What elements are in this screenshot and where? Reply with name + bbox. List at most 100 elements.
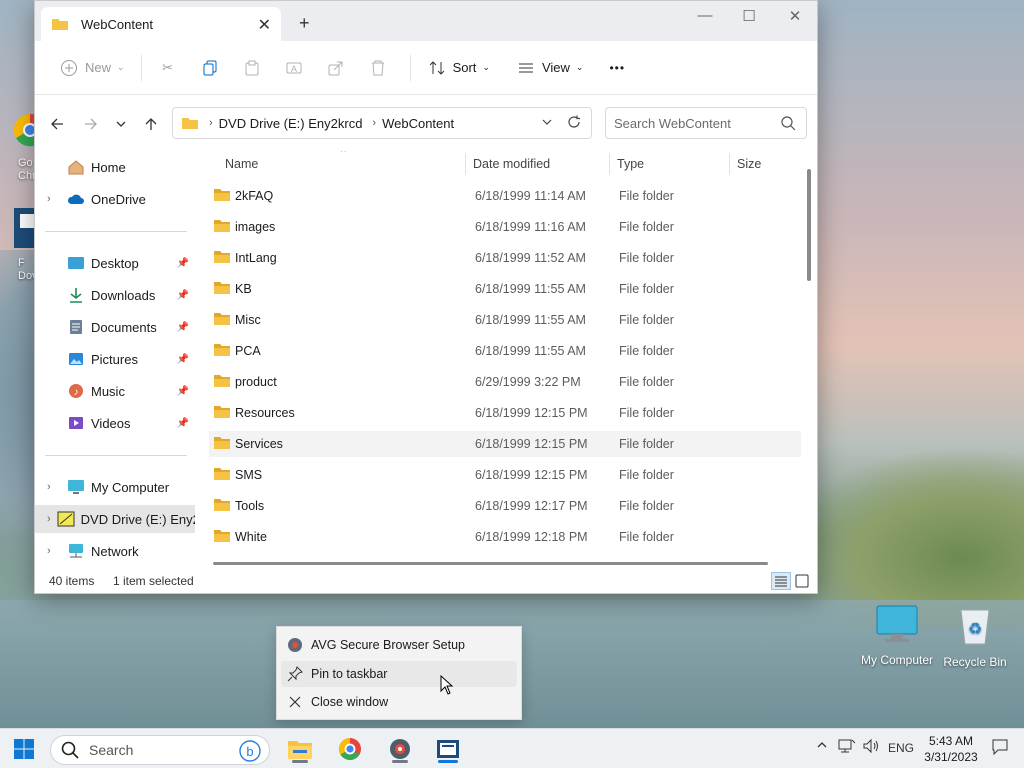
view-button[interactable]: View ⌄ bbox=[508, 51, 592, 85]
nav-item-documents[interactable]: Documents 📌 bbox=[35, 313, 195, 341]
paste-button[interactable] bbox=[234, 51, 276, 85]
taskbar-app-window[interactable] bbox=[432, 733, 464, 765]
file-row[interactable]: KB 6/18/1999 11:55 AM File folder bbox=[209, 276, 801, 302]
recent-chevron-icon[interactable] bbox=[107, 110, 135, 138]
folder-icon bbox=[213, 343, 231, 360]
file-row[interactable]: Services 6/18/1999 12:15 PM File folder bbox=[209, 431, 801, 457]
file-row[interactable]: images 6/18/1999 11:16 AM File folder bbox=[209, 214, 801, 240]
back-arrow-icon[interactable] bbox=[43, 110, 71, 138]
jump-item-avg-setup[interactable]: AVG Secure Browser Setup bbox=[281, 632, 517, 658]
column-size[interactable]: Size bbox=[737, 157, 761, 171]
column-date-modified[interactable]: Date modified bbox=[473, 157, 550, 171]
file-row[interactable]: SMS 6/18/1999 12:15 PM File folder bbox=[209, 462, 801, 488]
jump-item-pin-to-taskbar[interactable]: Pin to taskbar bbox=[281, 661, 517, 687]
file-row[interactable]: Resources 6/18/1999 12:15 PM File folder bbox=[209, 400, 801, 426]
start-button[interactable] bbox=[8, 733, 40, 765]
new-tab-icon[interactable]: + bbox=[299, 13, 310, 34]
tab-webcontent[interactable]: WebContent ✕ bbox=[41, 7, 281, 41]
file-row[interactable]: Tools 6/18/1999 12:17 PM File folder bbox=[209, 493, 801, 519]
volume-icon[interactable] bbox=[862, 738, 880, 757]
nav-item-videos[interactable]: Videos 📌 bbox=[35, 409, 195, 437]
file-row[interactable]: product 6/29/1999 3:22 PM File folder bbox=[209, 369, 801, 395]
avg-installer-icon bbox=[286, 636, 304, 654]
folder-icon bbox=[213, 250, 231, 267]
forward-arrow-icon[interactable] bbox=[77, 110, 105, 138]
delete-button[interactable] bbox=[360, 51, 402, 85]
file-type: File folder bbox=[619, 189, 674, 203]
file-type: File folder bbox=[619, 282, 674, 296]
search-input[interactable]: Search WebContent bbox=[614, 116, 731, 131]
maximize-button[interactable]: ☐ bbox=[727, 7, 771, 25]
taskbar-chrome[interactable] bbox=[334, 733, 366, 765]
address-dropdown-icon[interactable] bbox=[541, 116, 553, 131]
nav-item-label: Downloads bbox=[91, 287, 156, 303]
system-clock[interactable]: 5:43 AM 3/31/2023 bbox=[916, 733, 986, 765]
expand-chevron-icon[interactable]: › bbox=[47, 193, 61, 205]
nav-item-downloads[interactable]: Downloads 📌 bbox=[35, 281, 195, 309]
file-row[interactable]: IntLang 6/18/1999 11:52 AM File folder bbox=[209, 245, 801, 271]
file-row[interactable]: Misc 6/18/1999 11:55 AM File folder bbox=[209, 307, 801, 333]
clock-time: 5:43 AM bbox=[928, 734, 974, 748]
nav-item-label: Videos bbox=[91, 415, 131, 431]
expand-chevron-icon[interactable]: › bbox=[47, 545, 61, 557]
expand-chevron-icon[interactable]: › bbox=[47, 481, 61, 493]
copy-button[interactable] bbox=[192, 51, 234, 85]
taskbar-avg-setup[interactable] bbox=[384, 733, 416, 765]
desktop-icon-chrome-partial[interactable]: Go Chr bbox=[0, 108, 36, 183]
search-box[interactable]: Search WebContent bbox=[605, 107, 807, 139]
network-status-icon[interactable] bbox=[838, 738, 856, 757]
share-button[interactable] bbox=[318, 51, 360, 85]
expand-chevron-icon[interactable]: › bbox=[47, 513, 51, 525]
close-tab-icon[interactable]: ✕ bbox=[258, 15, 271, 35]
column-name[interactable]: Name bbox=[225, 157, 258, 171]
clipboard-icon bbox=[242, 58, 262, 78]
taskbar-search[interactable]: Search b bbox=[50, 735, 270, 765]
tiles-view-icon[interactable] bbox=[795, 574, 809, 591]
taskbar-file-explorer[interactable] bbox=[284, 733, 316, 765]
sort-button[interactable]: Sort ⌄ bbox=[419, 51, 498, 85]
rename-button[interactable]: A bbox=[276, 51, 318, 85]
cut-button[interactable]: ✂ bbox=[150, 51, 192, 85]
selection-count: 1 item selected bbox=[113, 574, 194, 588]
details-view-icon[interactable] bbox=[771, 572, 791, 590]
desktop-icon-my-computer[interactable]: My Computer bbox=[858, 604, 936, 667]
bing-icon[interactable]: b bbox=[239, 740, 261, 765]
breadcrumb-webcontent[interactable]: WebContent bbox=[382, 116, 454, 131]
nav-item-my-computer[interactable]: › My Computer bbox=[35, 473, 195, 501]
desktop-icon-file-partial[interactable]: F Dov bbox=[0, 206, 36, 283]
file-row[interactable]: White 6/18/1999 12:18 PM File folder bbox=[209, 524, 801, 550]
taskbar-search-input[interactable]: Search bbox=[89, 742, 133, 758]
column-divider[interactable] bbox=[729, 153, 730, 175]
notifications-icon[interactable] bbox=[992, 739, 1008, 758]
column-divider[interactable] bbox=[465, 153, 466, 175]
nav-item-home[interactable]: Home bbox=[35, 153, 195, 181]
horizontal-scrollbar[interactable] bbox=[213, 562, 768, 565]
up-arrow-icon[interactable] bbox=[137, 110, 165, 138]
column-divider[interactable] bbox=[609, 153, 610, 175]
file-type: File folder bbox=[619, 406, 674, 420]
jump-item-close-window[interactable]: Close window bbox=[281, 689, 517, 715]
nav-item-dvd-drive[interactable]: › DVD Drive (E:) Eny2 bbox=[35, 505, 195, 533]
file-row[interactable]: 2kFAQ 6/18/1999 11:14 AM File folder bbox=[209, 183, 801, 209]
desktop-icon-recycle-bin[interactable]: ♻ Recycle Bin bbox=[942, 604, 1008, 669]
nav-item-network[interactable]: › Network bbox=[35, 537, 195, 565]
refresh-icon[interactable] bbox=[567, 115, 581, 132]
nav-item-pictures[interactable]: Pictures 📌 bbox=[35, 345, 195, 373]
close-button[interactable]: ✕ bbox=[773, 7, 817, 25]
file-row[interactable]: PCA 6/18/1999 11:55 AM File folder bbox=[209, 338, 801, 364]
column-type[interactable]: Type bbox=[617, 157, 644, 171]
breadcrumb-dvd-drive[interactable]: DVD Drive (E:) Eny2krcd bbox=[219, 116, 363, 131]
nav-item-music[interactable]: ♪ Music 📌 bbox=[35, 377, 195, 405]
language-indicator[interactable]: ENG bbox=[888, 741, 914, 755]
show-hidden-icons-chevron[interactable] bbox=[816, 739, 828, 754]
vertical-scrollbar[interactable] bbox=[807, 169, 811, 281]
minimize-button[interactable]: — bbox=[683, 7, 727, 24]
nav-item-onedrive[interactable]: › OneDrive bbox=[35, 185, 195, 213]
new-button[interactable]: New ⌄ bbox=[51, 51, 133, 85]
nav-item-desktop[interactable]: Desktop 📌 bbox=[35, 249, 195, 277]
taskbar: Search b ENG 5:43 AM 3/31/2023 bbox=[0, 728, 1024, 768]
view-list-icon bbox=[516, 58, 536, 78]
file-name: IntLang bbox=[235, 251, 277, 265]
address-bar[interactable]: › DVD Drive (E:) Eny2krcd › WebContent bbox=[172, 107, 592, 139]
more-options-button[interactable]: ••• bbox=[601, 51, 633, 85]
